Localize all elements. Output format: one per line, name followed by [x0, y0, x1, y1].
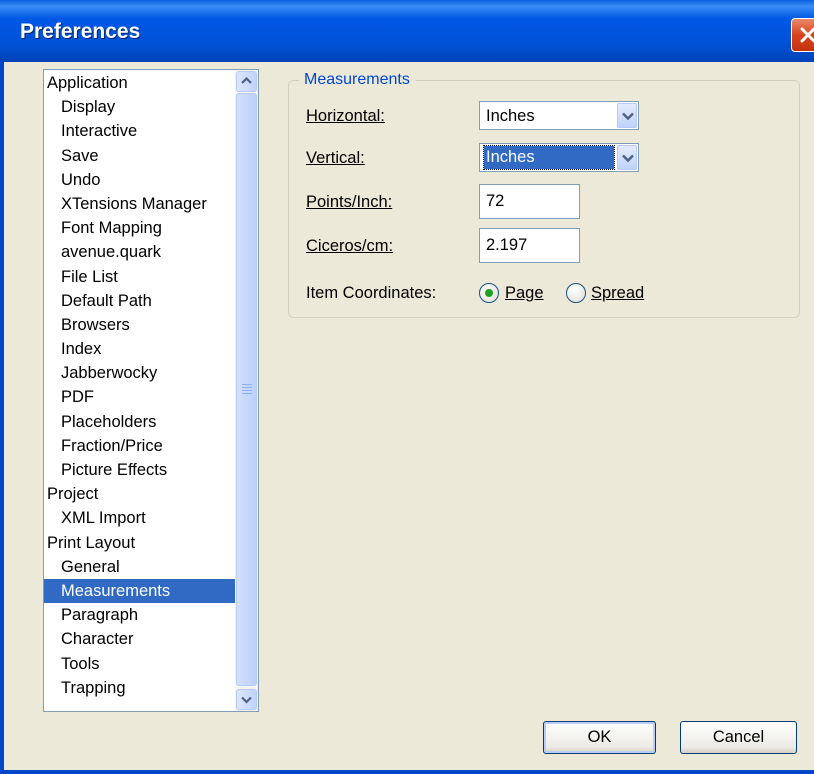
- sidebar-item-file-list[interactable]: File List: [44, 265, 235, 289]
- sidebar-item-browsers[interactable]: Browsers: [44, 313, 235, 337]
- window-frame-left: [0, 62, 4, 774]
- sidebar-item-index[interactable]: Index: [44, 337, 235, 361]
- cancel-button[interactable]: Cancel: [680, 721, 797, 754]
- sidebar-item-placeholders[interactable]: Placeholders: [44, 410, 235, 434]
- vertical-select-value: Inches: [483, 145, 615, 170]
- sidebar-item-pdf[interactable]: PDF: [44, 385, 235, 409]
- horizontal-dropdown-button[interactable]: [617, 103, 637, 128]
- sidebar-item-xtensions-manager[interactable]: XTensions Manager: [44, 192, 235, 216]
- radio-selected-dot: [485, 289, 493, 297]
- scroll-up-button[interactable]: [236, 71, 257, 92]
- sidebar-item-tools[interactable]: Tools: [44, 652, 235, 676]
- sidebar-item-application[interactable]: Application: [44, 71, 235, 95]
- sidebar-item-display[interactable]: Display: [44, 95, 235, 119]
- horizontal-label: Horizontal:: [306, 107, 385, 125]
- scroll-down-button[interactable]: [236, 689, 257, 710]
- ciceros-cm-label: Ciceros/cm:: [306, 237, 394, 255]
- horizontal-select-value: Inches: [486, 107, 535, 125]
- window-title: Preferences: [20, 20, 141, 43]
- chevron-down-icon: [622, 154, 634, 163]
- sidebar-item-character[interactable]: Character: [44, 627, 235, 651]
- sidebar-item-jabberwocky[interactable]: Jabberwocky: [44, 361, 235, 385]
- horizontal-select[interactable]: Inches: [479, 101, 639, 130]
- radio-page[interactable]: [479, 283, 499, 303]
- radio-page-label[interactable]: Page: [505, 282, 544, 304]
- radio-spread[interactable]: [566, 283, 586, 303]
- radio-spread-label[interactable]: Spread: [591, 282, 644, 304]
- sidebar-item-xml-import[interactable]: XML Import: [44, 506, 235, 530]
- sidebar-item-avenue-quark[interactable]: avenue.quark: [44, 240, 235, 264]
- sidebar-item-paragraph[interactable]: Paragraph: [44, 603, 235, 627]
- sidebar-item-print-layout[interactable]: Print Layout: [44, 531, 235, 555]
- scroll-grip-icon: [242, 384, 252, 396]
- points-inch-label: Points/Inch:: [306, 193, 393, 211]
- sidebar-item-default-path[interactable]: Default Path: [44, 289, 235, 313]
- vertical-dropdown-button[interactable]: [617, 145, 637, 170]
- list-scrollbar[interactable]: [235, 70, 258, 711]
- points-inch-field[interactable]: 72: [479, 184, 580, 219]
- sidebar-item-trapping[interactable]: Trapping: [44, 676, 235, 700]
- sidebar-item-general[interactable]: General: [44, 555, 235, 579]
- chevron-down-icon: [622, 112, 634, 121]
- vertical-select[interactable]: Inches: [479, 143, 639, 172]
- sidebar-item-fraction-price[interactable]: Fraction/Price: [44, 434, 235, 458]
- preferences-category-list[interactable]: Application Display Interactive Save Undo XTe…: [43, 69, 259, 712]
- chevron-up-icon: [241, 76, 252, 84]
- sidebar-item-picture-effects[interactable]: Picture Effects: [44, 458, 235, 482]
- points-inch-value: 72: [486, 192, 505, 210]
- vertical-label: Vertical:: [306, 149, 365, 167]
- window-frame-bottom: [0, 770, 814, 774]
- ciceros-cm-value: 2.197: [486, 236, 528, 254]
- category-items: Application Display Interactive Save Undo XTe…: [44, 71, 235, 700]
- close-button[interactable]: [791, 18, 814, 52]
- sidebar-item-interactive[interactable]: Interactive: [44, 119, 235, 143]
- measurements-group-title: Measurements: [299, 69, 415, 91]
- sidebar-item-font-mapping[interactable]: Font Mapping: [44, 216, 235, 240]
- sidebar-item-undo[interactable]: Undo: [44, 168, 235, 192]
- title-bar[interactable]: Preferences: [0, 0, 814, 62]
- ok-button[interactable]: OK: [543, 721, 656, 754]
- item-coordinates-label: Item Coordinates:: [306, 284, 437, 302]
- scroll-thumb[interactable]: [236, 93, 257, 686]
- sidebar-item-save[interactable]: Save: [44, 144, 235, 168]
- preferences-dialog: Preferences Application Display Interactiv…: [0, 0, 814, 774]
- sidebar-item-measurements[interactable]: Measurements: [44, 578, 235, 604]
- sidebar-item-project[interactable]: Project: [44, 482, 235, 506]
- close-icon: [800, 27, 814, 43]
- ciceros-cm-field[interactable]: 2.197: [479, 228, 580, 263]
- chevron-down-icon: [241, 696, 252, 704]
